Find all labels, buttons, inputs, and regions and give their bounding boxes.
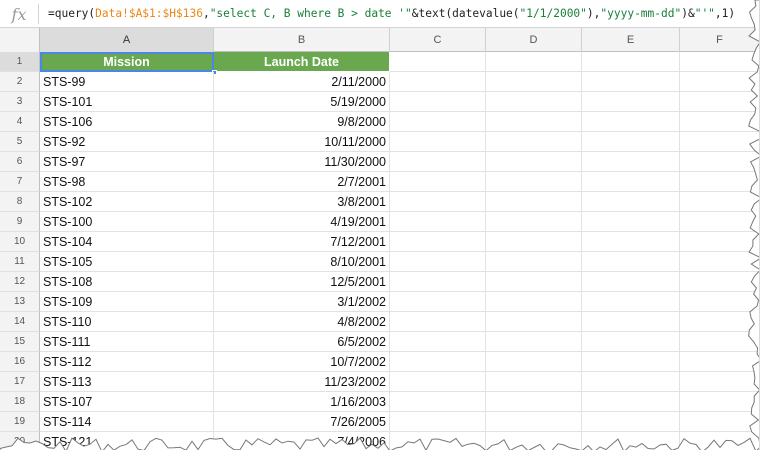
- spreadsheet: fx =query(Data!$A$1:$H$136,"select C, B …: [0, 0, 760, 450]
- torn-edge-bottom-path: [0, 437, 759, 450]
- torn-edge-right: [0, 0, 759, 450]
- torn-edge-right-path: [748, 0, 759, 442]
